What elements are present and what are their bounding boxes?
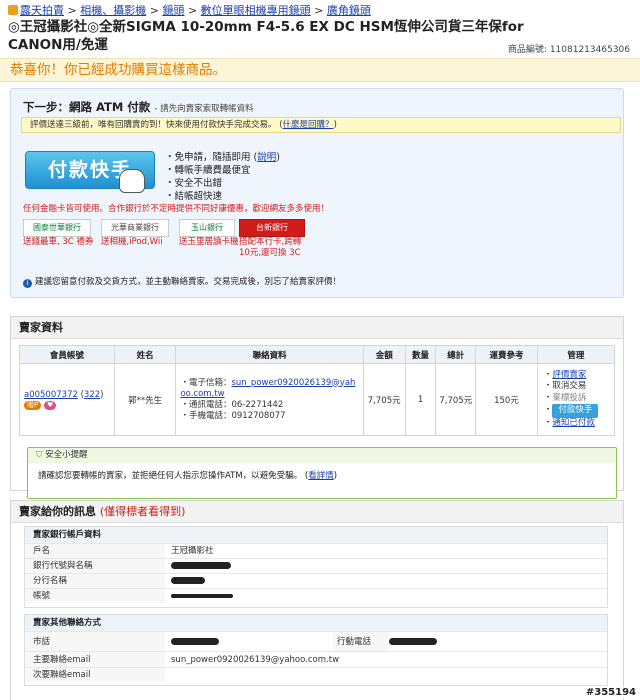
- product-title: ◎王冠攝影社◎全新SIGMA 10-20mm F4-5.6 EX DC HSM恆…: [8, 19, 524, 53]
- shield-icon: ⛉: [36, 450, 43, 460]
- kv-row: 帳號: [25, 588, 607, 603]
- hand-cursor-icon: [119, 169, 145, 193]
- rate-seller-link[interactable]: 評價賣家: [552, 370, 586, 380]
- kv-row: 分行名稱: [25, 573, 607, 588]
- cancel-trade-link[interactable]: 取消交易: [552, 381, 586, 391]
- bank-account-box: 賣家銀行帳戶資料 戶名 王冠攝影社 銀行代號與名稱 分行名稱 帳號: [24, 526, 608, 608]
- bank-account-title: 賣家銀行帳戶資料: [25, 527, 607, 543]
- col-header: 運費參考: [475, 345, 538, 364]
- warning-bar: 評價送達三級前，唯有回購賣的到！快來使用付款快手完成交易。 (什麼是回購？): [21, 117, 621, 133]
- safety-tip-text: 請確認您要轉帳的賣家，並拒絕任何人指示您操作ATM，以避免受騙。 (看詳情): [38, 471, 338, 481]
- feature-list: ・免申請，隨插即用 (說明) ・轉帳手續費最便宜 ・安全不出錯 ・結帳超快速: [165, 152, 280, 202]
- col-header: 姓名: [113, 345, 177, 364]
- amount-cell: 7,705元: [362, 363, 406, 436]
- breadcrumb-item[interactable]: 露天拍賣: [20, 4, 64, 17]
- redacted-value: [171, 577, 205, 584]
- member-id-link[interactable]: a005007372: [24, 390, 78, 400]
- explain-link[interactable]: 說明: [257, 152, 276, 163]
- bank-promo: 送錢最車, 3C 禮券: [23, 237, 94, 247]
- breadcrumb-item[interactable]: 廣角鏡頭: [327, 4, 371, 17]
- safety-tip-box: ⛉ 安全小提醒 請確認您要轉帳的賣家，並拒絕任何人指示您操作ATM，以避免受騙。…: [27, 447, 617, 499]
- congrats-banner: 恭喜你！你已經成功購買這樣商品。: [0, 58, 640, 82]
- seller-info-header: 賣家資料: [11, 317, 623, 339]
- bank-logo-taishin[interactable]: 台新銀行: [239, 219, 305, 237]
- manage-cell: ・評價賣家 ・取消交易 ・棄標投訴 ・付款快手 ・通知已付款: [536, 363, 616, 436]
- breadcrumb-item[interactable]: 鏡頭: [162, 4, 184, 17]
- col-header: 管理: [536, 345, 616, 364]
- kv-row: 銀行代號與名稱: [25, 558, 607, 573]
- heart-icon: ♥: [43, 400, 57, 410]
- other-contact-title: 賣家其他聯絡方式: [25, 615, 607, 631]
- ruten-icon: [8, 5, 18, 15]
- safety-details-link[interactable]: 看詳情: [308, 471, 334, 481]
- kv-row: 市話 行動電話: [25, 631, 607, 652]
- redacted-value: [171, 638, 219, 645]
- contact-cell: ・電子信箱：sun_power0920026139@yahoo.com.tw ・…: [175, 363, 364, 436]
- seller-table: 會員帳號 姓名 聯絡資料 金額 數量 總計 運費參考 管理 a005007372…: [19, 345, 616, 436]
- kv-row: 主要聯絡email sun_power0920026139@yahoo.com.t…: [25, 651, 607, 667]
- seller-message-header: 賣家給你的訊息 (僅得標者看得到): [11, 501, 623, 523]
- table-row: a005007372 (322) 贈P ♥ 郭**先生 ・電子信箱：sun_po…: [19, 363, 616, 436]
- breadcrumb: 露天拍賣 > 相機、攝影機 > 鏡頭 > 數位單眼相機專用鏡頭 > 廣角鏡頭: [8, 2, 371, 18]
- watermark: #355194: [585, 687, 636, 698]
- col-header: 聯絡資料: [175, 345, 364, 364]
- bank-logo-kgi[interactable]: 光華商業銀行: [101, 219, 169, 237]
- redacted-value: [171, 562, 231, 569]
- other-contact-box: 賣家其他聯絡方式 市話 行動電話 主要聯絡email sun_power092002…: [24, 614, 608, 686]
- bank-promo: 搭配本行卡,跨轉 10元,還可換 3C: [239, 237, 302, 258]
- kv-row: 次要聯絡email: [25, 667, 607, 682]
- what-is-repurchase-link[interactable]: 什麼是回購？: [283, 120, 334, 130]
- bank-logo-esun[interactable]: 玉山銀行: [179, 219, 235, 237]
- product-id: 商品編號: 11081213465306: [507, 45, 630, 55]
- info-icon: i: [23, 279, 32, 288]
- badge: 贈P: [24, 400, 42, 410]
- bank-promo: 送玉里居讀卡機: [179, 237, 239, 247]
- bank-promo: 送相機,iPod,Wii: [101, 237, 163, 247]
- member-cell: a005007372 (322) 贈P ♥: [19, 363, 115, 436]
- redacted-value: [389, 638, 437, 645]
- kv-row: 戶名 王冠攝影社: [25, 543, 607, 558]
- next-step-panel: 下一步：網路 ATM 付款 - 請先向賣家索取轉帳資料 評價送達三級前，唯有回購…: [10, 88, 624, 298]
- col-header: 數量: [404, 345, 437, 364]
- rating-link[interactable]: 322: [84, 390, 100, 400]
- shipping-cell: 150元: [475, 363, 538, 436]
- total-cell: 7,705元: [435, 363, 477, 436]
- redacted-value: [171, 593, 233, 598]
- seller-info-section: 賣家資料 會員帳號 姓名 聯絡資料 金額 數量 總計 運費參考 管理 a0050…: [10, 316, 624, 499]
- bank-note: 任何金融卡皆可使用。合作銀行於不定時提供不同好康優惠，歡迎網友多多使用！: [23, 204, 330, 214]
- bank-logo-cathay[interactable]: 國泰世華銀行: [23, 219, 91, 237]
- notify-paid-link[interactable]: 通知已付款: [552, 418, 595, 428]
- abandon-complaint-link[interactable]: 棄標投訴: [552, 393, 586, 403]
- col-header: 會員帳號: [19, 345, 115, 364]
- next-step-title: 下一步：網路 ATM 付款 - 請先向賣家索取轉帳資料: [23, 100, 254, 114]
- qty-cell: 1: [404, 363, 437, 436]
- col-header: 金額: [362, 345, 406, 364]
- pay-fast-small-button[interactable]: 付款快手: [552, 404, 599, 418]
- safety-tip-title: ⛉ 安全小提醒: [28, 448, 616, 463]
- name-cell: 郭**先生: [113, 363, 177, 436]
- suggestion-text: i 建議您留意付款及交貨方式，並主動聯絡賣家。交易完成後，別忘了給賣家評價！: [23, 275, 341, 288]
- breadcrumb-item[interactable]: 相機、攝影機: [80, 4, 146, 17]
- breadcrumb-item[interactable]: 數位單眼相機專用鏡頭: [201, 4, 311, 17]
- col-header: 總計: [435, 345, 477, 364]
